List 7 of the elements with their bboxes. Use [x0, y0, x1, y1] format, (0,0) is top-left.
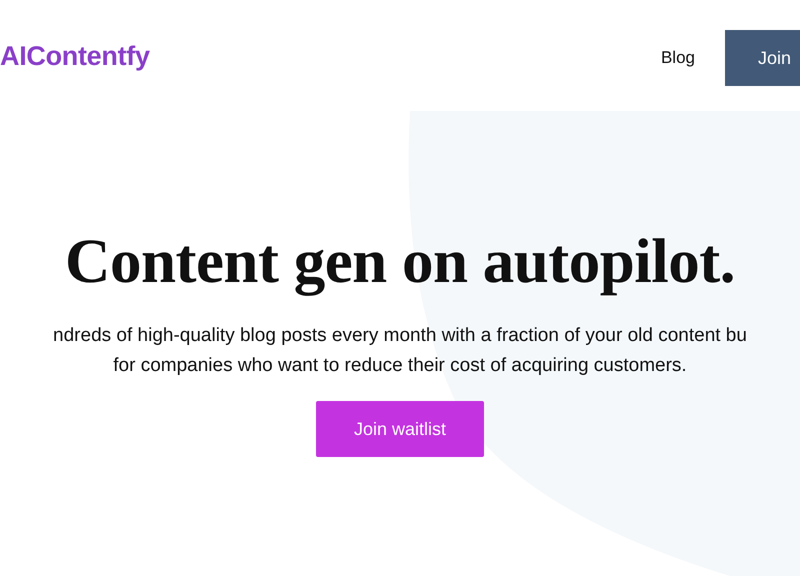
hero-title: Content gen on autopilot. — [64, 225, 736, 297]
hero-description-line: for companies who want to reduce their cost of acquiring customers. — [113, 354, 687, 378]
join-waitlist-button[interactable]: Join waitlist — [316, 401, 484, 457]
hero-description-line: ndreds of high-quality blog posts every month with a fraction of your old content bu — [53, 324, 747, 348]
logo[interactable]: AIContentfy — [0, 41, 150, 72]
join-button[interactable]: Join — [725, 30, 800, 86]
blog-link[interactable]: Blog — [660, 48, 695, 68]
